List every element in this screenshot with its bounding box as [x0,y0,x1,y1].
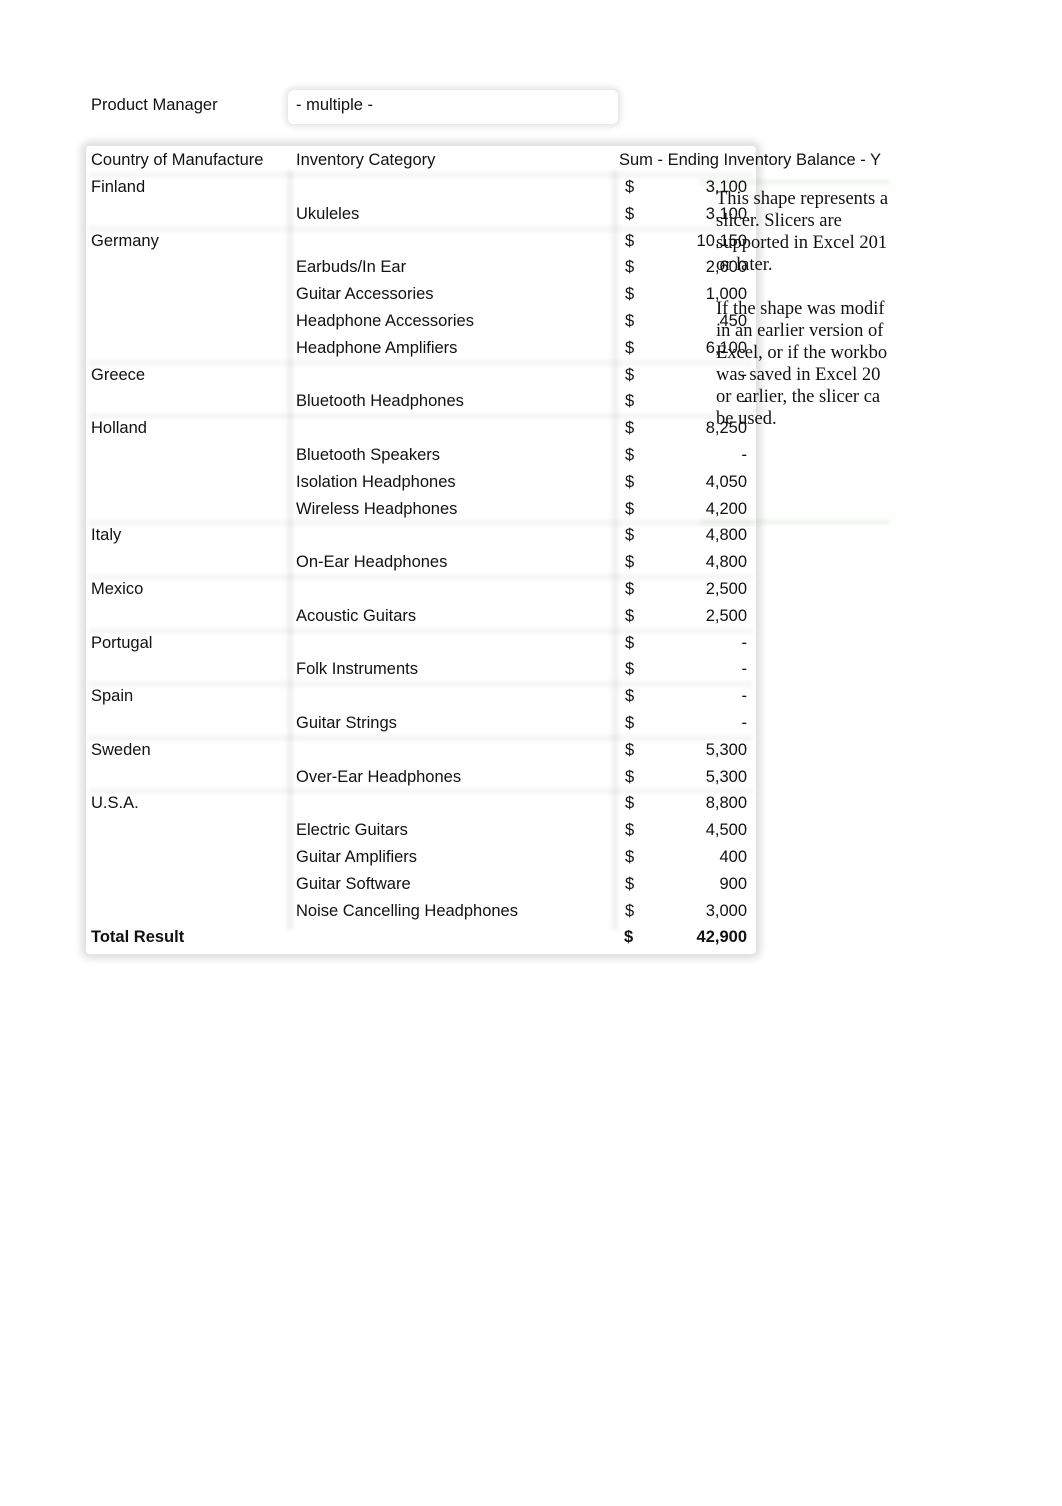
row-separator [88,360,753,365]
row-value: 3,000 [705,901,747,920]
row-country[interactable]: Sweden [91,740,151,760]
row-value: 2,500 [705,580,747,598]
column-divider [612,170,618,930]
row-category[interactable]: Noise Cancelling Headphones [296,901,518,921]
row-currency: $ [625,258,635,277]
total-value: 42,900 [696,928,747,946]
row-separator [88,226,753,231]
row-category[interactable]: Folk Instruments [296,659,418,679]
row-value: 900 [719,874,747,893]
row-category[interactable]: Electric Guitars [296,820,408,840]
row-category[interactable]: Isolation Headphones [296,472,456,492]
row-value: - [741,660,748,679]
row-value: - [741,687,748,706]
row-currency: $ [625,687,635,706]
row-value: 5,300 [705,740,747,759]
row-value: 2,500 [705,606,747,625]
row-currency: $ [625,365,635,384]
row-currency: $ [625,419,635,438]
row-country[interactable]: U.S.A. [91,793,139,813]
row-category[interactable]: Guitar Strings [296,713,397,733]
row-currency: $ [625,848,635,866]
row-currency: $ [625,231,635,250]
row-country[interactable]: Finland [91,177,145,197]
row-currency: $ [625,472,635,491]
row-category[interactable]: Bluetooth Headphones [296,391,464,411]
header-country[interactable]: Country of Manufacture [91,150,263,170]
row-country[interactable]: Germany [91,231,159,251]
row-value: 400 [719,848,747,866]
header-sum[interactable]: Sum - Ending Inventory Balance - Y [619,150,899,170]
row-currency: $ [625,499,635,518]
row-currency: $ [625,821,635,840]
row-country[interactable]: Spain [91,686,133,706]
filter-value[interactable]: - multiple - [296,95,373,115]
row-country[interactable]: Mexico [91,579,143,599]
row-category[interactable]: Bluetooth Speakers [296,445,440,465]
row-value: 8,800 [705,794,747,813]
header-category[interactable]: Inventory Category [296,150,435,170]
row-currency: $ [625,606,635,625]
row-country[interactable]: Italy [91,525,121,545]
slicer-placeholder-text[interactable]: This shape represents a slicer. Slicers … [716,188,906,430]
row-currency: $ [625,794,635,813]
row-country[interactable]: Holland [91,418,147,438]
row-currency: $ [625,204,635,223]
row-country[interactable]: Portugal [91,633,152,653]
row-category[interactable]: Acoustic Guitars [296,606,416,626]
row-currency: $ [625,312,635,330]
row-category[interactable]: Headphone Amplifiers [296,338,457,358]
row-currency: $ [625,767,635,786]
row-value: - [741,633,748,652]
row-value: 4,200 [705,499,747,518]
row-currency: $ [625,178,635,196]
row-currency: $ [625,874,635,893]
row-currency: $ [625,714,635,732]
row-currency: $ [625,633,635,652]
row-value: 5,300 [705,767,747,786]
row-value: 4,800 [705,526,747,545]
row-value: - [741,714,748,732]
row-category[interactable]: Headphone Accessories [296,311,474,331]
row-currency: $ [625,580,635,598]
row-currency: $ [625,740,635,759]
row-value: 4,050 [705,472,747,491]
row-separator [88,414,753,419]
row-currency: $ [625,901,635,920]
pivot-table-frame [86,146,756,954]
row-category[interactable]: Guitar Accessories [296,284,434,304]
row-category[interactable]: Over-Ear Headphones [296,767,461,787]
row-separator [88,682,753,687]
row-currency: $ [625,285,635,304]
row-currency: $ [625,446,635,464]
row-currency: $ [625,338,635,357]
row-separator [88,735,753,740]
row-currency: $ [625,392,635,411]
row-country[interactable]: Greece [91,365,145,385]
row-separator [88,173,753,177]
row-currency: $ [625,553,635,572]
row-category[interactable]: Wireless Headphones [296,499,457,519]
row-separator [88,628,753,633]
filter-label: Product Manager [91,96,218,114]
row-value: 4,500 [705,821,747,840]
row-separator [88,575,753,579]
row-separator [88,521,753,526]
row-category[interactable]: Guitar Amplifiers [296,847,417,867]
row-value: 4,800 [705,553,747,572]
row-value: - [741,446,748,464]
row-category[interactable]: On-Ear Headphones [296,552,447,572]
row-currency: $ [625,660,635,679]
row-category[interactable]: Ukuleles [296,204,359,224]
total-currency: $ [624,928,634,946]
row-separator [88,789,753,794]
total-label: Total Result [91,928,185,946]
row-category[interactable]: Earbuds/In Ear [296,257,406,277]
row-category[interactable]: Guitar Software [296,874,411,894]
column-divider [287,170,293,930]
row-currency: $ [625,526,635,545]
